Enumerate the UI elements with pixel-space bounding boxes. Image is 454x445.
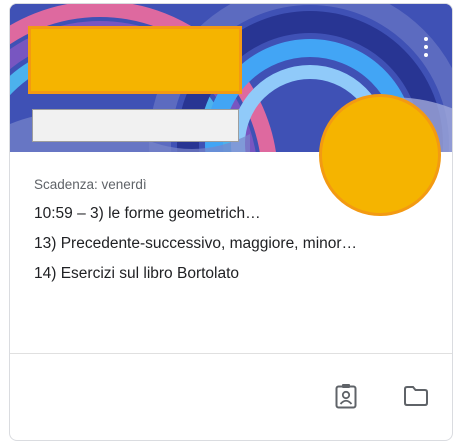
assignment-ind-icon[interactable] <box>332 382 360 410</box>
menu-dot <box>424 53 428 57</box>
assignment-link[interactable]: 10:59 – 3) le forme geometrich… <box>34 202 438 226</box>
menu-dot <box>424 37 428 41</box>
card-footer <box>10 353 452 440</box>
class-title-redacted[interactable] <box>28 26 242 94</box>
assignment-link[interactable]: 14) Esercizi sul libro Bortolato <box>34 262 438 286</box>
menu-dot <box>424 45 428 49</box>
class-card[interactable]: Scadenza: venerdì 10:59 – 3) le forme ge… <box>9 3 453 441</box>
folder-icon[interactable] <box>402 382 430 410</box>
assignment-link[interactable]: 13) Precedente-successivo, maggiore, min… <box>34 232 438 256</box>
due-label: Scadenza: venerdì <box>34 177 147 192</box>
more-vert-icon[interactable] <box>418 32 434 62</box>
class-subtitle-redacted <box>32 109 239 142</box>
due-work-list: Scadenza: venerdì 10:59 – 3) le forme ge… <box>34 176 438 292</box>
